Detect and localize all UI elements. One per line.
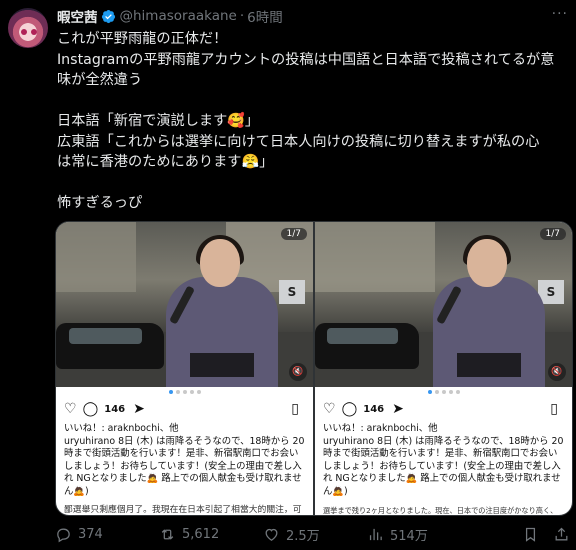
taxi [315,323,419,369]
carousel-dot [168,390,173,394]
carousel-dot [434,390,439,394]
media-image-1[interactable]: S 1/7 🔇 ♡ ◯ 146 ➤ ▯ いいね！: araknbochi、他 u… [56,222,313,515]
ig-post-text: いいね！: araknbochi、他 uryuhirano 8日 (木) は雨降… [315,421,572,515]
carousel-dot [196,390,201,394]
tweet[interactable]: 暇空茜 @himasoraakane · 6時間 ··· これが平野雨龍の正体だ… [0,0,576,550]
ig-actions: ♡ ◯ 146 ➤ ▯ [315,397,572,421]
tweet-line: 味が全然違う [57,72,143,88]
carousel-dot [455,390,460,394]
share-icon[interactable]: ➤ [392,401,404,417]
avatar-eye [31,29,37,35]
author-name[interactable]: 暇空茜 [57,6,98,26]
media-image-2[interactable]: S 1/7 🔇 ♡ ◯ 146 ➤ ▯ いいね！: araknbochi、他 u… [315,222,572,515]
tweet-tail-actions [522,526,570,543]
ig-caption: uryuhirano 8日 (木) は雨降るそうなので、18時から 20時まで街… [323,435,564,497]
bookmark-icon[interactable] [522,526,539,543]
carousel-dot [189,390,194,394]
comment-icon[interactable]: ◯ [342,401,358,417]
liked-by: いいね！: araknbochi、他 [323,423,438,434]
heart-icon [265,528,278,541]
bookmark-icon[interactable]: ▯ [291,401,299,417]
media-grid: S 1/7 🔇 ♡ ◯ 146 ➤ ▯ いいね！: araknbochi、他 u… [55,221,573,516]
page-badge: 1/7 [280,228,307,240]
tweet-line: 怖すぎるっぴ [57,195,143,211]
speech-photo: S 1/7 🔇 [56,222,313,387]
tweet-header: 暇空茜 @himasoraakane · 6時間 [57,6,572,26]
share-icon[interactable]: ➤ [133,401,145,417]
retweet-button[interactable]: 5,612 [159,526,263,543]
carousel-dot [427,390,432,394]
retweet-icon [161,529,174,540]
tweet-text: これが平野雨龍の正体だ！ Instagramの平野雨龍アカウントの投稿は中国語と… [57,29,572,214]
comment-count: 146 [104,403,126,415]
tweet-line: は常に香港のためにあります😤」 [57,154,274,170]
tweet-content: 暇空茜 @himasoraakane · 6時間 ··· これが平野雨龍の正体だ… [57,6,572,214]
retweet-count: 5,612 [182,527,220,542]
ig-actions: ♡ ◯ 146 ➤ ▯ [56,397,313,421]
comment-count: 146 [363,403,385,415]
reply-count: 374 [78,527,103,542]
verified-badge-icon [101,9,115,23]
comment-icon[interactable]: ◯ [83,401,99,417]
ig-translated-text: 選挙まで残り2ヶ月となりました。現在、日本での注目度がかなり高く、インスタグラム… [323,506,558,515]
ig-foreign-text: 鄙選舉只剩應個月了。我現在在日本引起了相當大的關注，可能會把Instagram的… [64,505,302,515]
avatar-eye [21,29,27,35]
carousel-dots [315,387,572,397]
like-count: 2.5万 [286,529,320,544]
author-handle[interactable]: @himasoraakane [120,8,237,24]
share-icon[interactable] [553,526,570,543]
carousel-dots [56,387,313,397]
more-options-icon[interactable]: ··· [552,6,568,22]
speech-photo: S 1/7 🔇 [315,222,572,387]
carousel-dot [448,390,453,394]
liked-by: いいね！: araknbochi、他 [64,423,179,434]
view-count: 514万 [390,529,428,544]
ig-post-text: いいね！: araknbochi、他 uryuhirano 8日 (木) は雨降… [56,421,313,515]
tweet-line: これが平野雨龍の正体だ！ [57,31,228,47]
tweet-line: 日本語「新宿で演説します🥰」 [57,113,260,129]
bookmark-icon[interactable]: ▯ [550,401,558,417]
head [200,239,240,287]
timestamp[interactable]: 6時間 [247,6,283,26]
obi [190,353,254,377]
tweet-line: Instagramの平野雨龍アカウントの投稿は中国語と日本語で投稿されてるが意 [57,51,555,68]
like-button[interactable]: 2.5万 [263,525,367,544]
separator: · [239,8,245,24]
views-chart-icon [369,528,382,541]
speaker [166,235,278,387]
head [467,239,507,287]
mute-icon[interactable]: 🔇 [289,363,307,381]
obi [457,353,521,377]
views-button[interactable]: 514万 [367,525,471,544]
building [56,222,136,292]
page-badge: 1/7 [539,228,566,240]
tweet-line-blank [57,173,572,194]
carousel-dot [175,390,180,394]
taxi [56,323,164,369]
tweet-line-blank [57,91,572,112]
street-sign: S [279,280,305,304]
carousel-dot [182,390,187,394]
reply-icon [57,528,70,543]
heart-icon[interactable]: ♡ [323,401,336,417]
tweet-line: 広東語「これからは選挙に向けて日本人向けの投稿に切り替えますが私の心 [57,133,540,150]
carousel-dot [441,390,446,394]
speaker [433,235,545,387]
avatar[interactable] [8,8,48,48]
tweet-actions: 374 5,612 2.5万 514万 [55,525,570,544]
building [315,222,435,292]
reply-button[interactable]: 374 [55,526,159,543]
ig-caption: uryuhirano 8日 (木) は雨降るそうなので、18時から 20時まで街… [64,435,305,497]
mute-icon[interactable]: 🔇 [548,363,566,381]
heart-icon[interactable]: ♡ [64,401,77,417]
